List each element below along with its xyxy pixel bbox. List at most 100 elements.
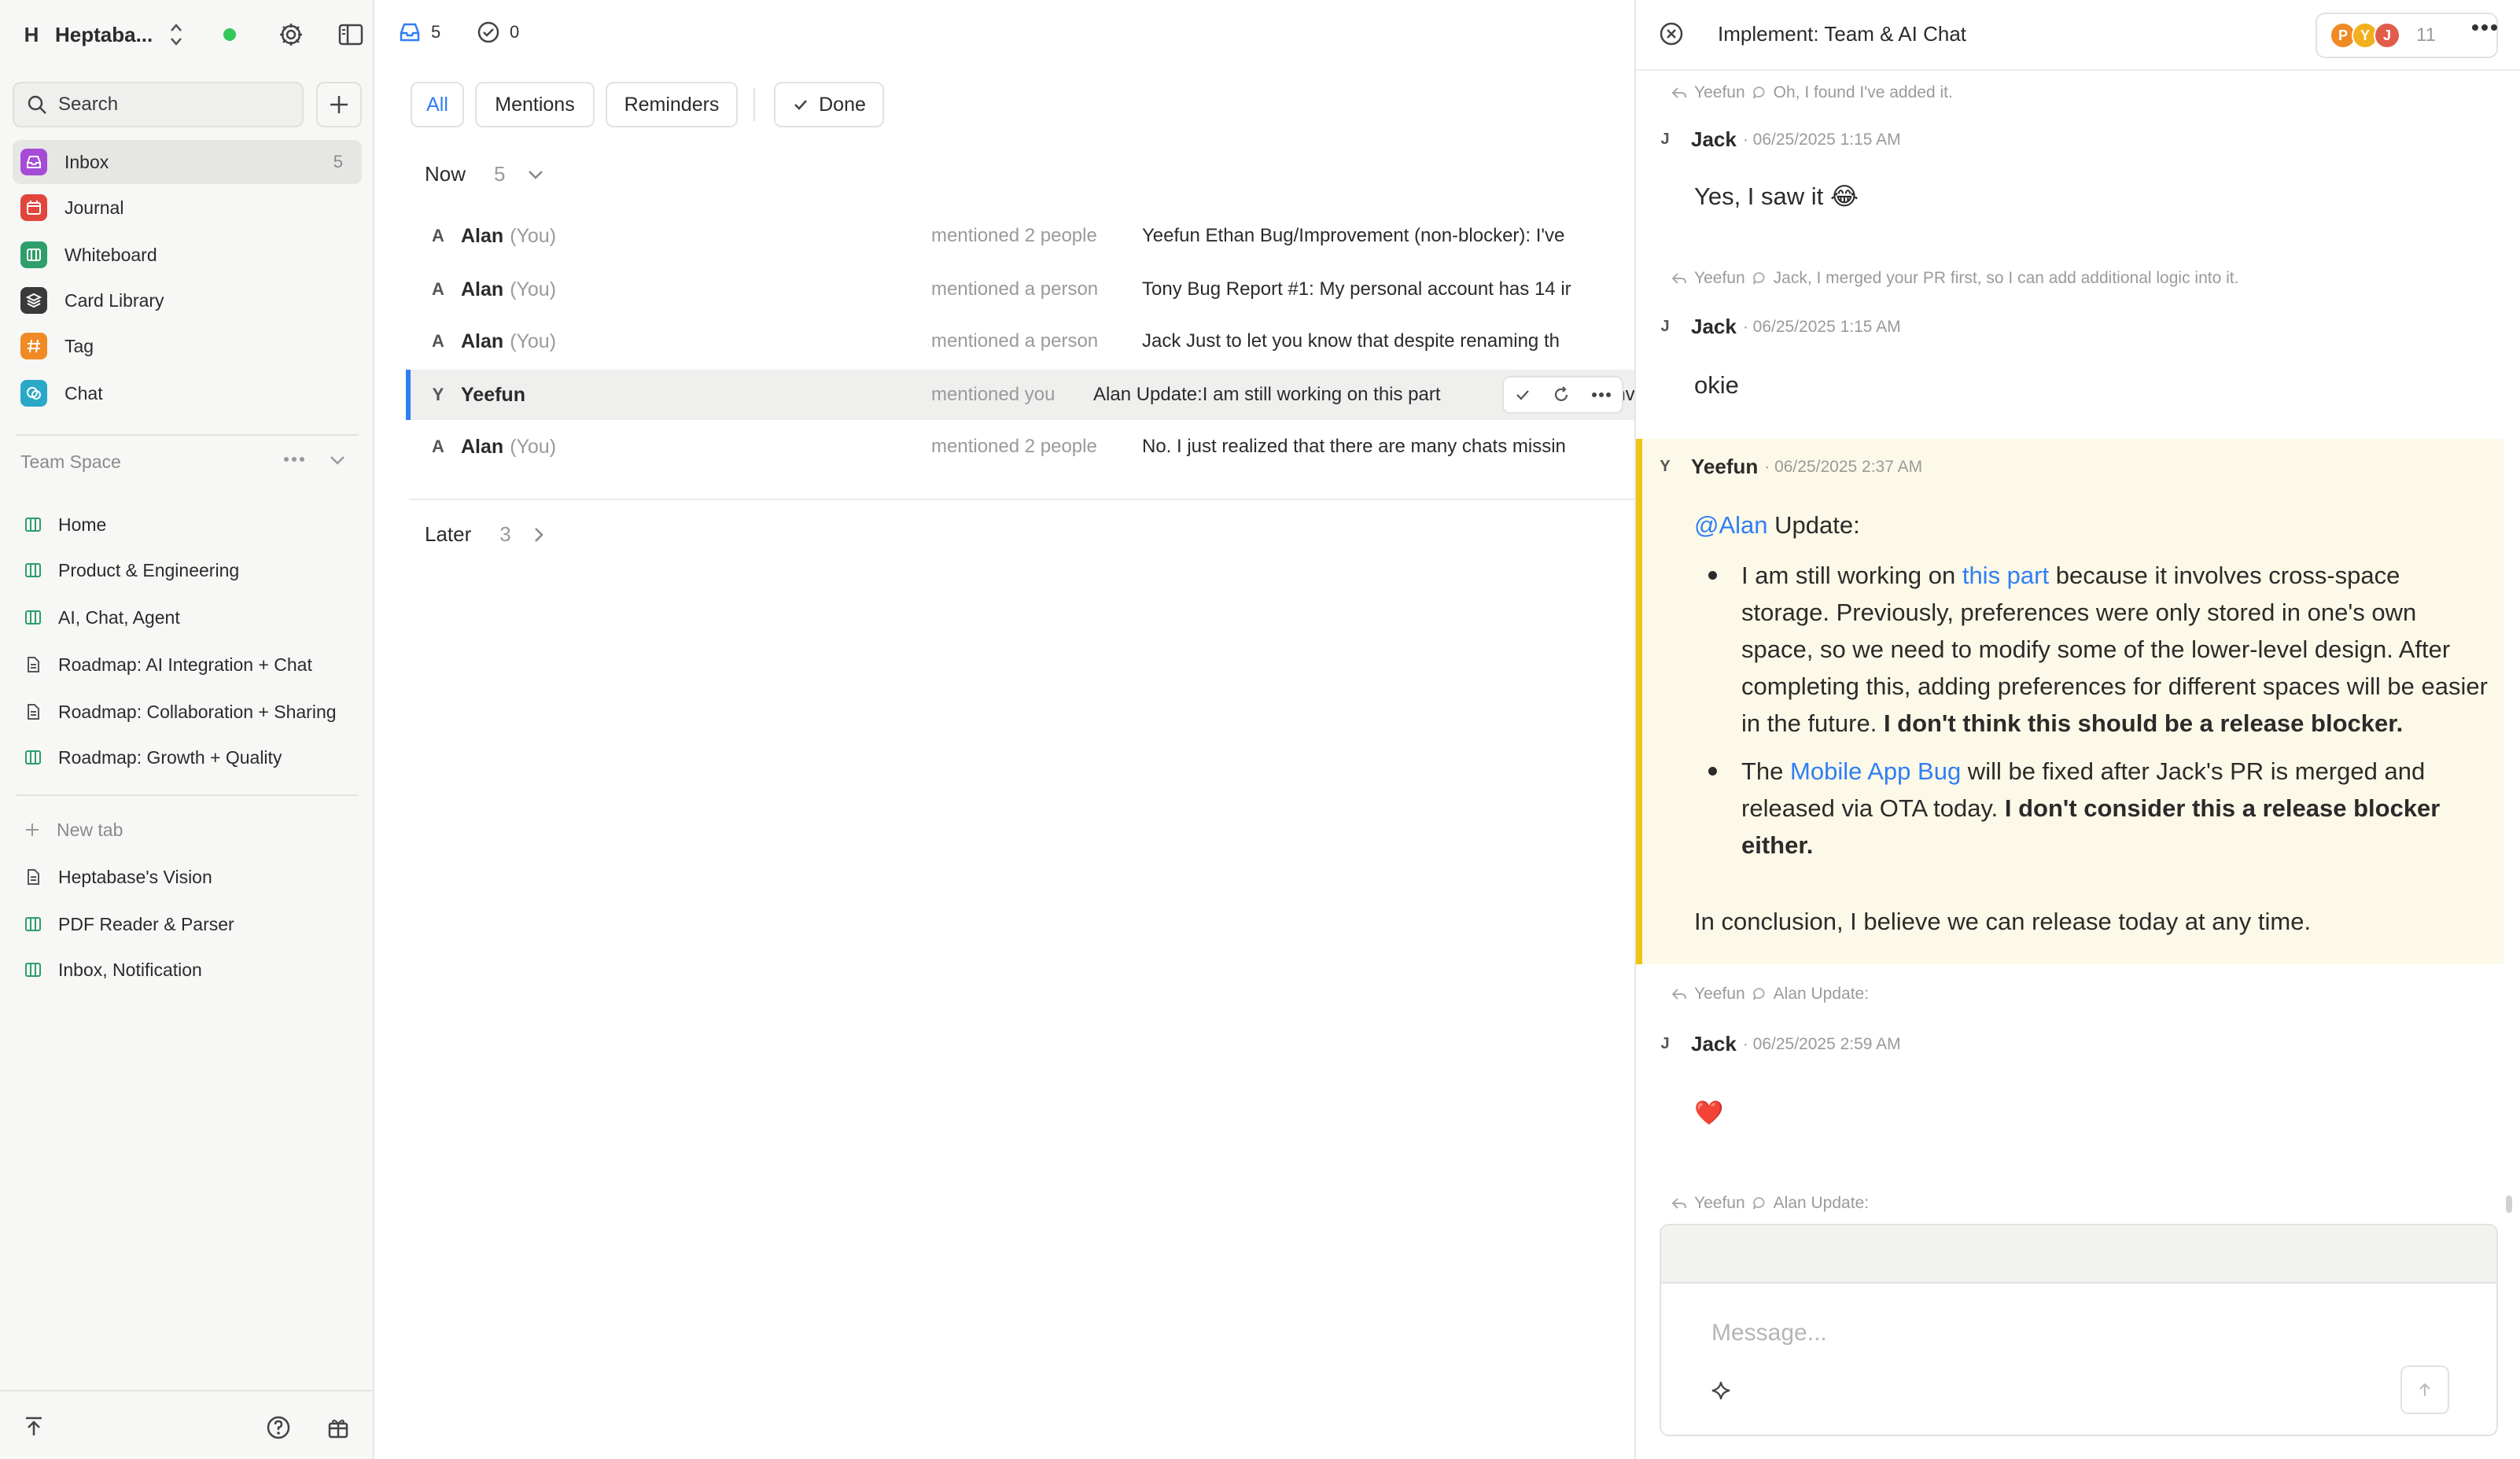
inbox-row[interactable]: A Alan (You) mentioned a person Jack Just…: [406, 316, 1634, 367]
inbox-done-toggle[interactable]: 0: [477, 20, 519, 44]
whiteboard-icon: [20, 241, 47, 268]
message-input[interactable]: Message...: [1711, 1320, 1827, 1347]
inbox-row[interactable]: A Alan (You) mentioned 2 people Yeefun Et…: [406, 211, 1634, 261]
workspace-badge: H: [24, 22, 39, 46]
message-composer[interactable]: Message...: [1660, 1224, 2498, 1436]
avatar: J: [2374, 22, 2400, 49]
filter-reminders[interactable]: Reminders: [606, 82, 738, 127]
search-icon: [28, 95, 46, 114]
filter-separator: [753, 88, 755, 121]
help-icon[interactable]: [266, 1415, 291, 1440]
document-icon: [28, 704, 39, 720]
sidebar-item-product-engineering[interactable]: Product & Engineering: [24, 551, 239, 590]
new-tab-button[interactable]: New tab: [24, 810, 123, 849]
chevron-right-icon: [534, 527, 543, 542]
reply-author: Yeefun: [1694, 985, 1745, 1003]
send-button[interactable]: [2400, 1365, 2449, 1414]
sender-name-text: Alan: [461, 435, 504, 458]
filter-mentions[interactable]: Mentions: [475, 82, 595, 127]
tab-pdf-reader[interactable]: PDF Reader & Parser: [24, 905, 234, 944]
sidebar-item-home[interactable]: Home: [24, 505, 106, 544]
group-now-header[interactable]: Now 5: [425, 162, 544, 186]
user-mention[interactable]: @Alan: [1694, 511, 1768, 539]
scrollbar[interactable]: [2506, 1196, 2512, 1213]
message-conclusion: In conclusion, I believe we can release …: [1694, 908, 2312, 935]
group-later-header[interactable]: Later 3: [425, 522, 544, 547]
reply-reference[interactable]: Yeefun Alan Update:: [1671, 985, 1869, 1004]
message-body: okie: [1694, 371, 1739, 399]
filter-all[interactable]: All: [411, 82, 464, 127]
sidebar-item-label: Whiteboard: [64, 244, 157, 265]
snooze-icon[interactable]: [1552, 385, 1571, 404]
members-button[interactable]: P Y J 11: [2316, 13, 2498, 58]
close-icon[interactable]: [1658, 20, 1685, 47]
composer-preview-area: [1661, 1225, 2496, 1284]
sidebar-item-roadmap-collab[interactable]: Roadmap: Collaboration + Sharing: [24, 692, 337, 731]
online-status-dot: [223, 28, 236, 41]
avatar: Y: [1660, 458, 1671, 475]
message-header: J Jack · 06/25/2025 2:59 AM: [1653, 1032, 1900, 1056]
sparkle-icon[interactable]: [1710, 1380, 1732, 1402]
inbox-unread-toggle[interactable]: 5: [398, 20, 440, 44]
add-button[interactable]: [316, 82, 362, 127]
inbox-count: 5: [333, 152, 343, 171]
reply-reference[interactable]: Yeefun Jack, I merged your PR first, so …: [1671, 269, 2238, 288]
reply-reference[interactable]: Yeefun Oh, I found I've added it.: [1671, 83, 1953, 102]
sidebar-item-whiteboard[interactable]: Whiteboard: [13, 233, 362, 277]
sidebar-item-journal[interactable]: Journal: [13, 186, 362, 230]
gift-icon[interactable]: [326, 1415, 351, 1440]
reply-reference[interactable]: Yeefun Alan Update:: [1671, 1194, 1869, 1213]
tab-inbox-notification[interactable]: Inbox, Notification: [24, 950, 202, 989]
tree-item-label: Home: [58, 514, 107, 535]
search-input[interactable]: Search: [13, 82, 304, 127]
reply-author: Yeefun: [1694, 1194, 1745, 1212]
message-author: Jack: [1691, 315, 1737, 338]
more-icon[interactable]: [2471, 24, 2498, 31]
chevron-down-icon[interactable]: [329, 455, 346, 466]
inbox-row[interactable]: A Alan (You) mentioned 2 people No. I jus…: [406, 422, 1634, 472]
document-icon: [28, 869, 39, 885]
sidebar-item-inbox[interactable]: Inbox 5: [13, 140, 362, 184]
sidebar-item-tag[interactable]: Tag: [13, 324, 362, 368]
check-icon[interactable]: [1514, 386, 1531, 403]
avatar: Y: [432, 385, 444, 404]
whiteboard-icon: [25, 917, 41, 931]
filter-done-label: Done: [819, 93, 866, 116]
tree-item-label: Roadmap: Growth + Quality: [58, 746, 282, 768]
row-action: mentioned you: [931, 384, 1056, 405]
gear-icon[interactable]: [277, 20, 305, 49]
highlighted-message: Y Yeefun · 06/25/2025 2:37 AM @Alan Upda…: [1636, 439, 2504, 964]
tab-label: Heptabase's Vision: [58, 866, 212, 887]
inbox-row-selected[interactable]: Y Yeefun mentioned you Alan Update:I am …: [406, 370, 1634, 420]
reply-text: Alan Update:: [1773, 1194, 1870, 1212]
card-link[interactable]: Mobile App Bug: [1790, 757, 1961, 785]
group-divider: [409, 499, 1634, 500]
you-tag: (You): [510, 278, 557, 300]
check-icon: [794, 100, 808, 110]
inbox-icon: [400, 23, 420, 42]
chat-title: Implement: Team & AI Chat: [1718, 22, 1966, 46]
tab-heptabase-vision[interactable]: Heptabase's Vision: [24, 857, 212, 897]
sidebar-item-card-library[interactable]: Card Library: [13, 278, 362, 322]
inbox-row[interactable]: A Alan (You) mentioned a person Tony Bug …: [406, 264, 1634, 315]
filter-done[interactable]: Done: [774, 82, 884, 127]
workspace-switcher[interactable]: H Heptaba...: [16, 16, 363, 53]
card-link[interactable]: this part: [1962, 562, 2049, 589]
sender-name: Alan (You): [461, 330, 556, 353]
sidebar-item-chat[interactable]: Chat: [13, 371, 362, 415]
workspace-name: Heptaba...: [55, 22, 153, 46]
sidebar-item-roadmap-ai[interactable]: Roadmap: AI Integration + Chat: [24, 645, 312, 684]
message-lead: @Alan Update:: [1694, 507, 2481, 543]
hash-icon: [20, 333, 47, 359]
sidebar-item-roadmap-growth[interactable]: Roadmap: Growth + Quality: [24, 738, 282, 777]
chevron-up-down-icon[interactable]: [167, 21, 186, 48]
more-icon[interactable]: [1591, 392, 1612, 398]
upload-icon[interactable]: [22, 1415, 46, 1439]
team-space-title[interactable]: Team Space: [20, 451, 121, 473]
sidebar-item-ai-chat-agent[interactable]: AI, Chat, Agent: [24, 598, 180, 637]
bullet-item: I am still working on this part because …: [1694, 557, 2489, 742]
more-icon[interactable]: [283, 456, 305, 462]
sidebar-toggle-icon[interactable]: [337, 20, 365, 49]
search-placeholder: Search: [58, 94, 119, 115]
member-count: 11: [2416, 24, 2436, 46]
